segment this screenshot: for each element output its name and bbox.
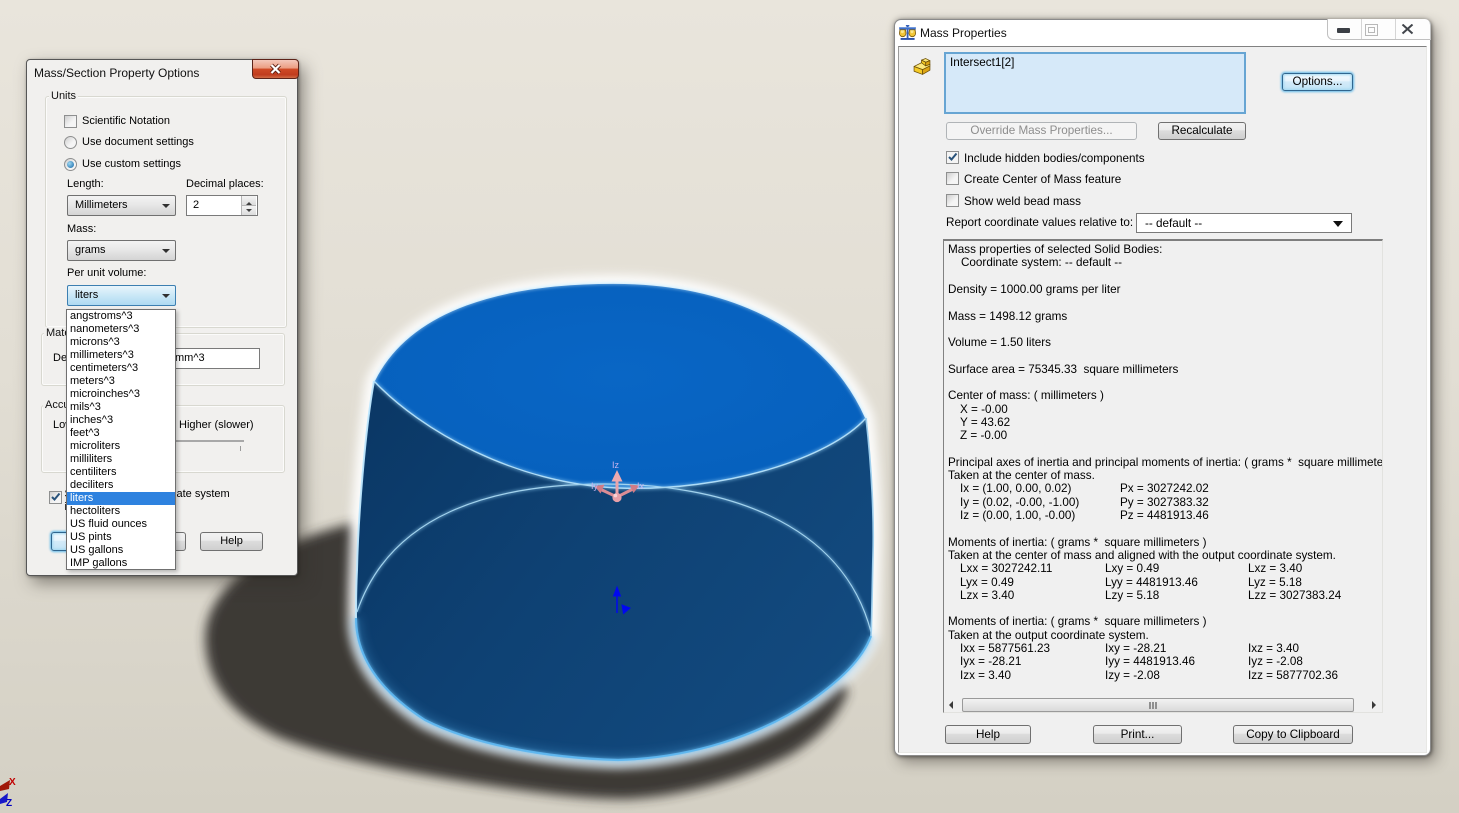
svg-text:Iz: Iz bbox=[612, 460, 620, 470]
svg-text:X: X bbox=[9, 777, 16, 788]
svg-text:Z: Z bbox=[6, 798, 12, 809]
svg-text:Ix: Ix bbox=[637, 481, 645, 491]
svg-text:Iy: Iy bbox=[591, 481, 599, 491]
